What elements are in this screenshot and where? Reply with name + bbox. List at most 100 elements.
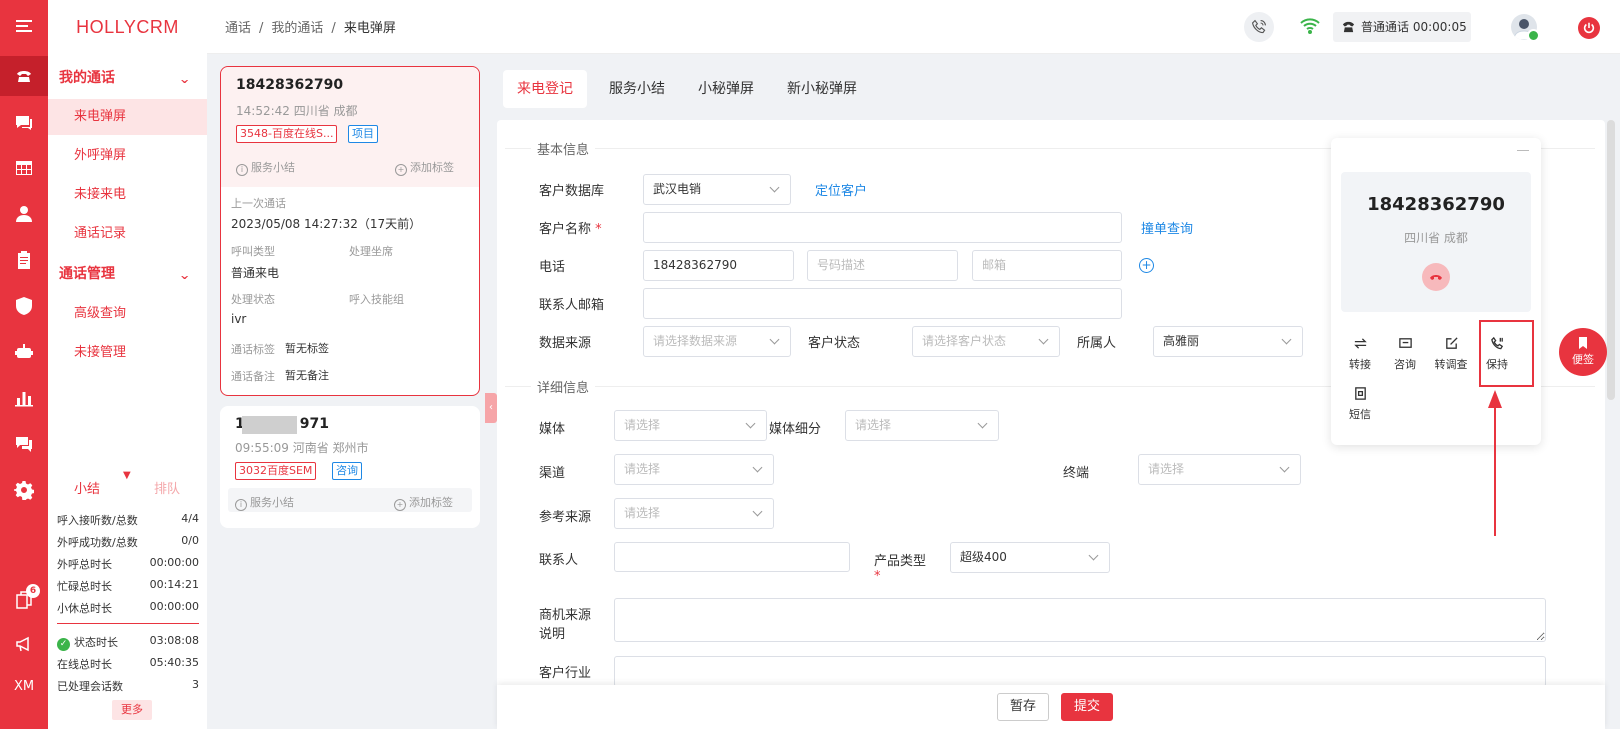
product-type-label: 产品类型 * xyxy=(874,554,927,584)
form-scrollbar[interactable] xyxy=(1607,120,1615,400)
task-book-icon[interactable]: 6 xyxy=(0,580,48,620)
sidebar-item-missed-calls[interactable]: 未接来电 xyxy=(48,177,207,213)
hang-up-icon[interactable] xyxy=(1422,263,1450,291)
shield-icon[interactable] xyxy=(0,286,48,326)
filter-icon[interactable]: ▼ xyxy=(123,470,131,481)
contact-email-label: 联系人邮箱 xyxy=(539,298,605,313)
bar-chart-icon[interactable] xyxy=(0,378,48,418)
wifi-icon xyxy=(1299,15,1321,37)
online-status-icon xyxy=(1527,29,1540,42)
owner-label: 所属人 xyxy=(1077,336,1117,351)
gear-icon[interactable] xyxy=(0,470,48,510)
service-summary-link[interactable]: i 服务小结 xyxy=(235,494,294,511)
call-number: 18428362790 xyxy=(236,77,344,93)
breadcrumb-item[interactable]: 我的通话 xyxy=(271,21,323,36)
save-draft-button[interactable]: 暂存 xyxy=(997,693,1050,721)
industry-input[interactable] xyxy=(614,656,1546,687)
menu-icon[interactable] xyxy=(0,6,48,46)
data-source-select[interactable]: 请选择数据来源 xyxy=(643,326,791,357)
sms-button[interactable]: 短信 xyxy=(1337,386,1383,422)
opportunity-source-label: 商机来源 说明 xyxy=(539,608,592,642)
customer-status-select[interactable]: 请选择客户状态 xyxy=(912,326,1060,357)
contact-email-input[interactable] xyxy=(643,288,1122,319)
message-icon[interactable] xyxy=(0,424,48,464)
sidebar-item-missed-management[interactable]: 未接管理 xyxy=(48,335,207,371)
call-note-value: 暂无备注 xyxy=(285,369,329,382)
email-input[interactable]: 邮箱 xyxy=(972,250,1122,281)
contact-input[interactable] xyxy=(614,542,850,572)
ref-source-select[interactable]: 请选择 xyxy=(614,498,774,529)
call-control-panel: 18428362790 四川省 成都 转接 咨询 转调查 保持 短信 xyxy=(1331,138,1541,445)
tab-queue[interactable]: 排队 xyxy=(154,478,180,497)
collapse-panel-handle[interactable]: ‹ xyxy=(485,393,497,423)
customer-db-label: 客户数据库 xyxy=(539,184,605,199)
robot-icon[interactable] xyxy=(0,332,48,372)
info-icon: i xyxy=(235,499,247,511)
call-status-badge: 普通通话 00:00:05 xyxy=(1333,12,1471,42)
sidebar-item-advanced-search[interactable]: 高级查询 xyxy=(48,296,207,332)
phone-input[interactable]: 18428362790 xyxy=(643,250,794,281)
more-button[interactable]: 更多 xyxy=(112,700,152,720)
announcement-icon[interactable] xyxy=(0,624,48,664)
chat-icon[interactable] xyxy=(0,102,48,142)
minimize-icon[interactable] xyxy=(1517,150,1529,151)
call-meta: 14:52:42 四川省 成都 xyxy=(236,104,358,118)
breadcrumb-item[interactable]: 通话 xyxy=(225,21,251,36)
add-tag-button[interactable]: + 添加标签 xyxy=(395,159,454,176)
tab-call-registration[interactable]: 来电登记 xyxy=(503,70,587,108)
stat-row: 在线总时长 05:40:35 xyxy=(57,656,199,671)
data-source-label: 数据来源 xyxy=(539,336,592,351)
media-sub-label: 媒体细分 xyxy=(769,422,822,437)
tab-assistant-popup[interactable]: 小秘弹屏 xyxy=(684,70,768,108)
telephone-icon xyxy=(1342,21,1355,33)
content-tabs: 来电登记 服务小结 小秘弹屏 新小秘弹屏 xyxy=(500,70,1140,108)
sticky-note-button[interactable]: 便签 xyxy=(1559,328,1607,376)
media-select[interactable]: 请选择 xyxy=(614,410,767,441)
product-type-select[interactable]: 超级400 xyxy=(950,542,1110,573)
add-tag-button[interactable]: + 添加标签 xyxy=(394,494,453,511)
opportunity-source-textarea[interactable] xyxy=(614,598,1546,642)
table-icon[interactable] xyxy=(0,148,48,188)
media-sub-select[interactable]: 请选择 xyxy=(845,410,999,441)
softphone-icon[interactable] xyxy=(1244,12,1274,42)
service-summary-link[interactable]: i 服务小结 xyxy=(236,159,295,176)
phone-icon[interactable] xyxy=(0,56,48,96)
call-card-active[interactable]: 18428362790 14:52:42 四川省 成都 3548-百度在线S..… xyxy=(220,66,480,396)
agent-stats: 小结 ▼ 排队 呼入接听数/总数 4/4 外呼成功数/总数 0/0 外呼总时长 00:… xyxy=(48,470,207,729)
bookmark-icon xyxy=(1579,337,1587,349)
caller-info: 18428362790 四川省 成都 xyxy=(1341,172,1531,312)
customer-db-select[interactable]: 武汉电销 xyxy=(643,174,791,205)
user-icon[interactable] xyxy=(0,194,48,234)
locate-customer-link[interactable]: 定位客户 xyxy=(815,180,867,199)
sidebar-item-outbound-popup[interactable]: 外呼弹屏 xyxy=(48,138,207,174)
duplicate-check-link[interactable]: 撞单查询 xyxy=(1141,218,1193,237)
tab-summary[interactable]: 小结 xyxy=(74,478,100,497)
sidebar-group-call-management[interactable]: 通话管理 ^ xyxy=(48,256,207,292)
clipboard-icon[interactable] xyxy=(0,240,48,280)
owner-select[interactable]: 高雅丽 xyxy=(1153,326,1303,357)
channel-select[interactable]: 请选择 xyxy=(614,454,774,485)
sidebar-group-my-calls[interactable]: 我的通话 ^ xyxy=(48,60,207,96)
tab-service-summary[interactable]: 服务小结 xyxy=(595,70,679,108)
consult-button[interactable]: 咨询 xyxy=(1382,336,1428,372)
customer-name-label: 客户名称 * xyxy=(539,222,602,237)
power-icon[interactable] xyxy=(1578,17,1600,39)
source-tag: 3548-百度在线S... xyxy=(236,125,338,143)
customer-name-input[interactable] xyxy=(643,212,1122,243)
terminal-select[interactable]: 请选择 xyxy=(1138,454,1301,485)
form-footer: 暂存 提交 xyxy=(497,685,1605,729)
call-tag-label: 通话标签 xyxy=(231,343,275,356)
sidebar-item-incoming-popup[interactable]: 来电弹屏 xyxy=(48,99,207,135)
type-tag: 项目 xyxy=(348,125,378,143)
type-tag: 咨询 xyxy=(332,462,362,480)
phone-desc-input[interactable]: 号码描述 xyxy=(807,250,958,281)
submit-button[interactable]: 提交 xyxy=(1061,693,1114,721)
transfer-survey-button[interactable]: 转调查 xyxy=(1428,336,1474,372)
last-call-label: 上一次通话 xyxy=(231,197,286,210)
user-initials[interactable]: XM xyxy=(0,666,48,706)
sidebar-item-call-records[interactable]: 通话记录 xyxy=(48,216,207,252)
transfer-button[interactable]: 转接 xyxy=(1337,336,1383,372)
tab-new-assistant-popup[interactable]: 新小秘弹屏 xyxy=(773,70,871,108)
add-phone-icon[interactable]: + xyxy=(1139,258,1154,273)
call-card[interactable]: 1 971 09:55:09 河南省 郑州市 3032百度SEM 咨询 i 服务小结… xyxy=(220,406,480,528)
